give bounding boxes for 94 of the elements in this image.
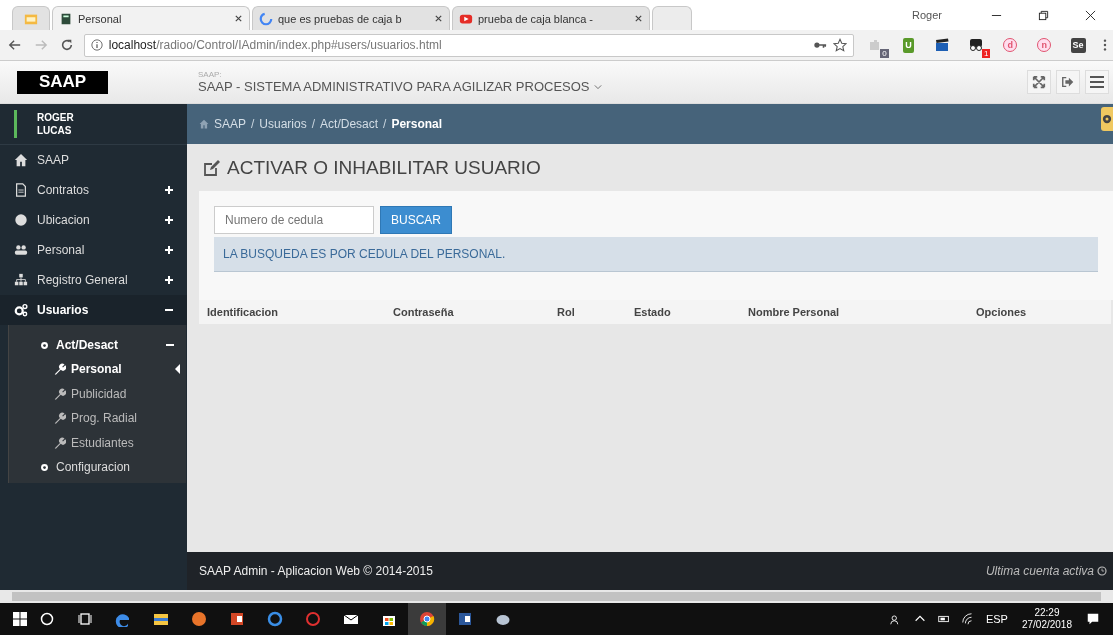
- column-header: Rol: [557, 306, 576, 318]
- breadcrumb-separator: /: [311, 117, 316, 131]
- clock-icon: [1097, 566, 1107, 576]
- breadcrumb-separator: /: [251, 117, 255, 131]
- user-name: LUCAS: [37, 124, 73, 137]
- user-name: ROGER: [37, 111, 74, 124]
- settings-button[interactable]: [1101, 107, 1113, 131]
- page-title: ACTIVAR O INHABILITAR USUARIO: [227, 156, 541, 179]
- wrench-icon: [54, 436, 66, 449]
- back-icon[interactable]: [8, 38, 22, 52]
- edge-icon[interactable]: [115, 611, 131, 627]
- clock-date[interactable]: 27/02/2018: [1021, 619, 1072, 631]
- word-icon[interactable]: [457, 611, 473, 627]
- search-icon[interactable]: [39, 611, 55, 627]
- profile-name[interactable]: Roger: [912, 9, 942, 21]
- sidebar-item[interactable]: Ubicacion: [0, 205, 187, 235]
- home-icon: [199, 119, 209, 129]
- wrench-icon: [54, 387, 66, 400]
- header-caption: SAAP:: [198, 70, 223, 79]
- clapperboard-icon[interactable]: [934, 37, 951, 53]
- restore-icon[interactable]: [1038, 9, 1049, 21]
- breadcrumb-link[interactable]: Act/Desact: [320, 117, 379, 131]
- extension-icon[interactable]: Se: [1070, 37, 1086, 53]
- column-header: Estado: [634, 306, 672, 318]
- glasses-icon[interactable]: [968, 37, 985, 53]
- browser-tab[interactable]: Personal: [52, 6, 250, 30]
- taskview-icon[interactable]: [77, 611, 93, 627]
- powerpoint-icon[interactable]: [229, 611, 245, 627]
- breadcrumb-separator: /: [383, 117, 387, 131]
- sidebar-link[interactable]: Publicidad: [9, 381, 186, 406]
- menu-button[interactable]: [1085, 70, 1109, 94]
- breadcrumb-link[interactable]: SAAP: [214, 117, 246, 131]
- url-text: localhost/radioo/Control/IAdmin/index.php#users/usuarios.html: [108, 38, 442, 52]
- page-icon: [59, 11, 73, 26]
- expand-icon: [1032, 75, 1046, 89]
- address-bar[interactable]: localhost/radioo/Control/IAdmin/index.php#users/usuarios.html: [83, 33, 854, 57]
- sidebar-item[interactable]: SAAP: [0, 145, 187, 175]
- document-icon: [14, 183, 28, 197]
- fullscreen-button[interactable]: [1027, 70, 1051, 94]
- sidebar-item[interactable]: Registro General: [0, 265, 187, 295]
- home-icon: [14, 153, 28, 167]
- sidebar-link[interactable]: Personal: [9, 357, 186, 382]
- sidebar-subitem[interactable]: Act/Desact: [9, 333, 186, 357]
- breadcrumb-link[interactable]: Usuarios: [259, 117, 307, 131]
- column-header: Opciones: [976, 306, 1028, 318]
- menu-icon: [1089, 74, 1105, 90]
- status-text: Ultima cuenta activa: [985, 564, 1094, 578]
- chevron-icon: [593, 83, 602, 90]
- sidebar-item[interactable]: Personal: [0, 235, 187, 265]
- language-indicator[interactable]: ESP: [985, 613, 1008, 625]
- close-icon[interactable]: [234, 14, 243, 23]
- close-icon[interactable]: [634, 14, 643, 23]
- column-header: Nombre Personal: [748, 306, 841, 318]
- sitemap-icon: [14, 273, 28, 287]
- wrench-icon: [54, 412, 66, 425]
- reload-icon[interactable]: [59, 38, 74, 52]
- sidebar-link[interactable]: Estudiantes: [9, 430, 186, 455]
- extension-badge: 0: [880, 49, 889, 58]
- wrench-icon: [54, 363, 66, 376]
- sidebar-item[interactable]: Usuarios: [0, 295, 187, 325]
- extension-badge: 1: [981, 49, 991, 58]
- column-header: Identificacion: [207, 306, 279, 318]
- edit-icon: [203, 158, 221, 177]
- logout-button[interactable]: [1056, 70, 1080, 94]
- clock-time[interactable]: 22:29: [1034, 607, 1060, 619]
- app-logo[interactable]: SAAP: [17, 70, 108, 94]
- tab-title: que es pruebas de caja b: [278, 12, 403, 25]
- browser-tab[interactable]: prueba de caja blanca -: [452, 6, 650, 30]
- star-icon[interactable]: [832, 38, 847, 52]
- logout-icon: [1061, 75, 1075, 89]
- sidebar-item[interactable]: Contratos: [0, 175, 187, 205]
- sidebar-subitem[interactable]: Configuracion: [9, 455, 186, 479]
- browser-tab[interactable]: que es pruebas de caja b: [252, 6, 450, 30]
- wifi-icon[interactable]: [960, 612, 975, 626]
- gears-icon: [14, 303, 28, 317]
- menu-icon[interactable]: [1103, 38, 1107, 52]
- sidebar-link[interactable]: Prog. Radial: [9, 406, 186, 431]
- chrome-icon[interactable]: [419, 611, 435, 627]
- notification-icon[interactable]: [1086, 612, 1100, 626]
- column-header: Contraseña: [393, 306, 455, 318]
- users-icon: [14, 243, 28, 257]
- windows-icon[interactable]: [12, 611, 28, 627]
- footer-text: SAAP Admin - Aplicacion Web © 2014-2015: [199, 564, 433, 578]
- app-title[interactable]: SAAP - SISTEMA ADMINISTRATIVO PARA AGILIZAR PROCESOS: [198, 79, 602, 94]
- tab-title: Personal: [78, 12, 123, 25]
- close-icon[interactable]: [434, 14, 443, 23]
- alert-text: LA BUSQUEDA ES POR CEDULA DEL PERSONAL.: [223, 247, 506, 261]
- search-field[interactable]: Numero de cedula: [214, 206, 374, 234]
- close-icon[interactable]: [1085, 9, 1096, 21]
- info-icon: [90, 39, 103, 51]
- tab-title: prueba de caja blanca -: [478, 12, 594, 25]
- explorer-icon[interactable]: [153, 611, 169, 627]
- horizontal-scrollbar[interactable]: [0, 590, 1113, 603]
- search-button[interactable]: BUSCAR: [380, 206, 452, 234]
